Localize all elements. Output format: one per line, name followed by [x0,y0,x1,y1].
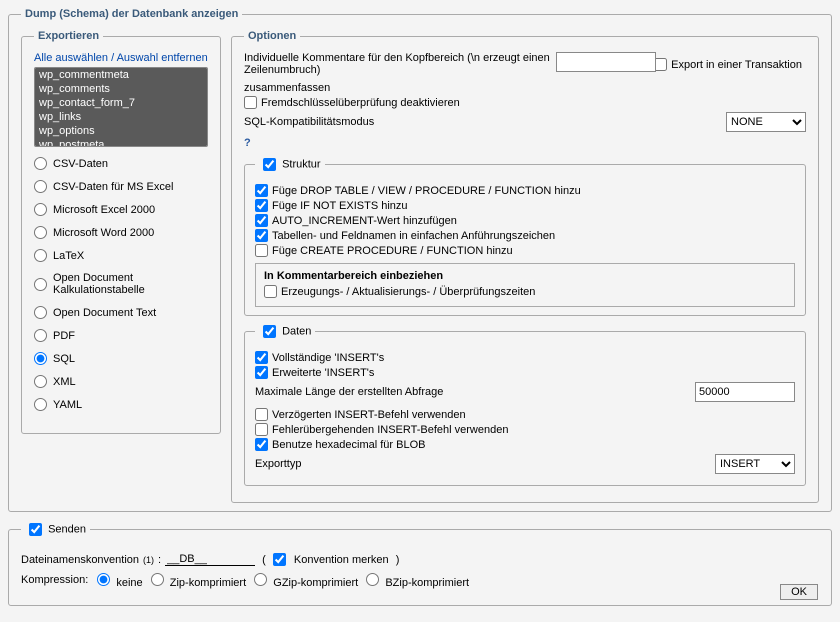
sql-compat-label: SQL-Kompatibilitätsmodus [244,116,726,128]
table-option[interactable]: wp_comments [35,82,207,96]
maxlen-label: Maximale Länge der erstellten Abfrage [255,386,695,398]
dump-schema-panel: Dump (Schema) der Datenbank anzeigen Exp… [8,8,832,512]
table-option[interactable]: wp_options [35,124,207,138]
format-option[interactable]: LaTeX [34,249,208,262]
createproc-checkbox[interactable] [255,244,268,257]
table-option[interactable]: wp_links [35,110,207,124]
format-label: YAML [53,399,82,411]
options-legend: Optionen [244,30,300,42]
daten-legend-cb: Daten [255,322,315,341]
hex-blob-checkbox[interactable] [255,438,268,451]
maxlen-input[interactable] [695,382,795,402]
compression-radio[interactable] [254,573,267,586]
zusammenfassen-label: zusammenfassen [244,82,806,94]
format-label: Microsoft Word 2000 [53,227,154,239]
format-radio[interactable] [34,398,47,411]
format-radio[interactable] [34,180,47,193]
comment-label: Individuelle Kommentare für den Kopfbere… [244,52,554,76]
export-transaction-label: Export in einer Transaktion [671,59,802,71]
help-icon[interactable]: ? [244,137,251,149]
table-option[interactable]: wp_postmeta [35,138,207,147]
compression-label: Kompression: [21,574,88,586]
options-fieldset: Optionen Individuelle Kommentare für den… [231,30,819,503]
format-radio[interactable] [34,203,47,216]
format-option[interactable]: YAML [34,398,208,411]
times-checkbox[interactable] [264,285,277,298]
compression-label: BZip-komprimiert [382,577,469,589]
comment-input[interactable] [556,52,656,72]
format-option[interactable]: Microsoft Word 2000 [34,226,208,239]
format-label: CSV-Daten für MS Excel [53,181,173,193]
format-radio[interactable] [34,278,47,291]
complete-insert-checkbox[interactable] [255,351,268,364]
format-radio[interactable] [34,375,47,388]
format-option[interactable]: CSV-Daten [34,157,208,170]
table-option[interactable]: wp_commentmeta [35,68,207,82]
exporttype-select[interactable]: INSERT [715,454,795,474]
format-label: PDF [53,330,75,342]
struktur-enable-checkbox[interactable] [263,158,276,171]
sql-compat-select[interactable]: NONE [726,112,806,132]
compression-label: keine [113,577,145,589]
ignore-checkbox[interactable] [255,423,268,436]
format-option[interactable]: CSV-Daten für MS Excel [34,180,208,193]
format-option[interactable]: XML [34,375,208,388]
daten-enable-checkbox[interactable] [263,325,276,338]
send-enable-checkbox[interactable] [29,523,42,536]
daten-fieldset: Daten Vollständige 'INSERT's Erweiterte … [244,322,806,486]
format-option[interactable]: Microsoft Excel 2000 [34,203,208,216]
format-radio[interactable] [34,352,47,365]
format-radio[interactable] [34,226,47,239]
format-label: SQL [53,353,75,365]
format-option[interactable]: Open Document Kalkulationstabelle [34,272,208,296]
format-radio[interactable] [34,249,47,262]
format-label: XML [53,376,76,388]
compression-radio[interactable] [97,573,110,586]
struktur-fieldset: Struktur Füge DROP TABLE / VIEW / PROCED… [244,155,806,316]
delayed-checkbox[interactable] [255,408,268,421]
format-option[interactable]: SQL [34,352,208,365]
format-option[interactable]: PDF [34,329,208,342]
select-all-link[interactable]: Alle auswählen [34,52,108,64]
export-fieldset: Exportieren Alle auswählen / Auswahl ent… [21,30,221,434]
format-label: Microsoft Excel 2000 [53,204,155,216]
table-select-links: Alle auswählen / Auswahl entfernen [34,52,208,64]
compression-label: Zip-komprimiert [167,577,250,589]
send-fieldset: Senden Dateinamenskonvention (1): ( Konv… [8,520,832,606]
disable-fk-checkbox[interactable] [244,96,257,109]
table-option[interactable]: wp_contact_form_7 [35,96,207,110]
quotes-checkbox[interactable] [255,229,268,242]
ok-button[interactable]: OK [780,584,818,600]
disable-fk-label: Fremdschlüsselüberprüfung deaktivieren [261,97,460,109]
format-label: CSV-Daten [53,158,108,170]
send-legend-cb: Senden [21,520,90,539]
struktur-legend-cb: Struktur [255,155,325,174]
compression-label: GZip-komprimiert [270,577,361,589]
tables-multiselect[interactable]: wp_commentmetawp_commentswp_contact_form… [34,67,208,147]
extended-insert-checkbox[interactable] [255,366,268,379]
compression-radio[interactable] [151,573,164,586]
format-radio[interactable] [34,306,47,319]
unselect-all-link[interactable]: Auswahl entfernen [117,52,208,64]
compression-radio[interactable] [366,573,379,586]
export-legend: Exportieren [34,30,103,42]
format-option[interactable]: Open Document Text [34,306,208,319]
comment-include-box: In Kommentarbereich einbeziehen Erzeugun… [255,263,795,307]
format-radio[interactable] [34,157,47,170]
main-legend: Dump (Schema) der Datenbank anzeigen [21,8,242,20]
exporttype-label: Exporttyp [255,458,715,470]
format-label: Open Document Kalkulationstabelle [53,272,208,296]
format-label: Open Document Text [53,307,156,319]
format-label: LaTeX [53,250,84,262]
drop-checkbox[interactable] [255,184,268,197]
ifnotexists-checkbox[interactable] [255,199,268,212]
autoinc-checkbox[interactable] [255,214,268,227]
export-transaction-checkbox[interactable] [654,58,667,71]
format-radio[interactable] [34,329,47,342]
